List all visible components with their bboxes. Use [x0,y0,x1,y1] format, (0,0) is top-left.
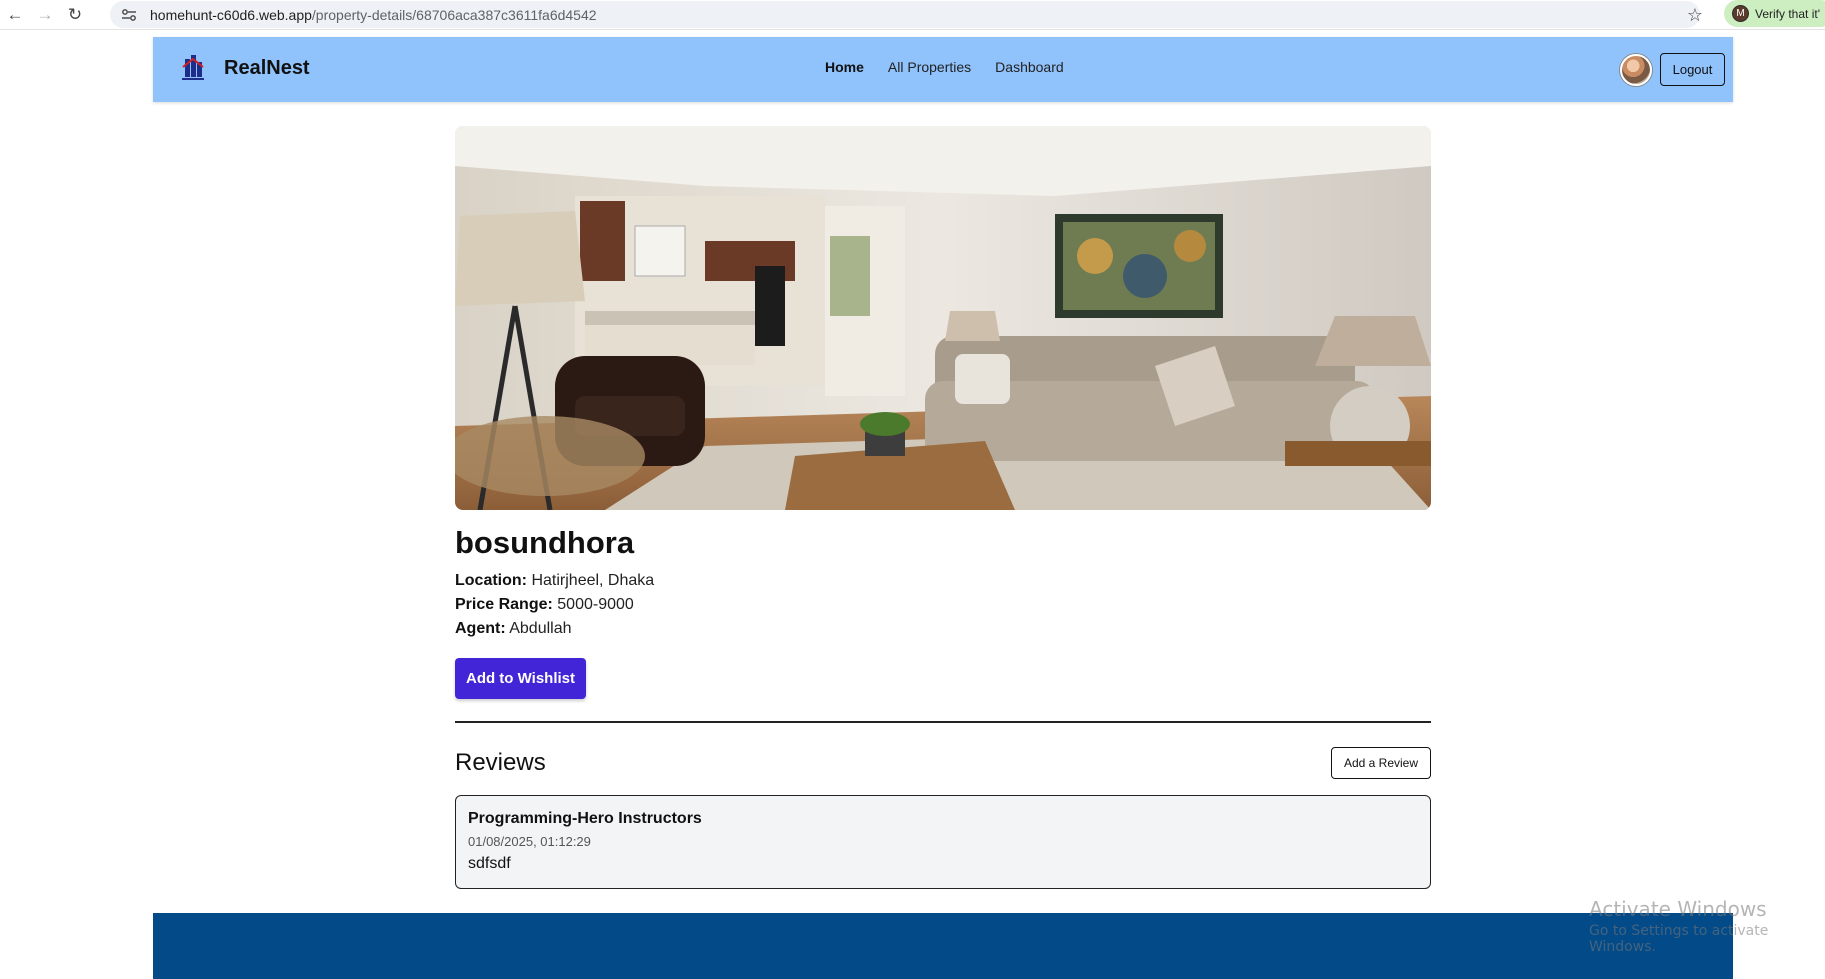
location-label: Location: [455,572,527,589]
windows-activation-watermark: Activate Windows Go to Settings to activ… [1589,897,1825,955]
profile-pill-label: Verify that it' [1755,6,1820,21]
agent-value: Abdullah [509,620,572,637]
logout-button[interactable]: Logout [1660,53,1725,86]
brand-name: RealNest [224,56,310,79]
url-host: homehunt-c60d6.web.app [150,6,312,23]
location-value: Hatirjheel, Dhaka [531,572,655,589]
profile-initial: M [1732,5,1749,22]
url-path: /property-details/68706aca387c3611fa6d45… [311,6,597,23]
site-footer [153,913,1733,979]
property-location: Location: Hatirjheel, Dhaka [455,572,654,590]
property-title: bosundhora [455,525,635,560]
section-divider [455,721,1431,723]
star-icon[interactable]: ☆ [1680,0,1710,30]
property-image [455,126,1431,510]
property-price: Price Range: 5000-9000 [455,596,634,614]
forward-arrow-icon[interactable]: → [30,0,60,30]
brand[interactable]: RealNest [179,53,310,83]
price-label: Price Range: [455,596,553,613]
site-navbar: RealNest Home All Properties Dashboard L… [153,37,1733,102]
browser-toolbar: ← → ↻ homehunt-c60d6.web.app/property-de… [0,0,1825,30]
profile-pill[interactable]: M Verify that it' [1724,0,1825,27]
site-info-icon[interactable] [118,4,140,26]
watermark-title: Activate Windows [1589,897,1767,921]
nav-links: Home All Properties Dashboard [825,59,1064,75]
add-review-button[interactable]: Add a Review [1331,747,1431,779]
review-text: sdfsdf [468,855,511,872]
review-card: Programming-Hero Instructors 01/08/2025,… [455,795,1431,889]
nav-link-home[interactable]: Home [825,59,864,75]
agent-label: Agent: [455,620,506,637]
review-author: Programming-Hero Instructors [468,810,702,827]
review-date: 01/08/2025, 01:12:29 [468,834,591,849]
add-to-wishlist-button[interactable]: Add to Wishlist [455,658,586,699]
url-text[interactable]: homehunt-c60d6.web.app/property-details/… [150,7,597,23]
user-avatar[interactable] [1620,54,1652,86]
property-agent: Agent: Abdullah [455,620,572,638]
reload-icon[interactable]: ↻ [60,0,90,30]
nav-link-dashboard[interactable]: Dashboard [995,59,1064,75]
price-value: 5000-9000 [557,596,634,613]
brand-logo-icon [179,53,207,83]
nav-link-all-properties[interactable]: All Properties [888,59,971,75]
watermark-subtitle: Go to Settings to activate Windows. [1589,923,1769,955]
address-bar[interactable]: homehunt-c60d6.web.app/property-details/… [110,1,1700,28]
back-arrow-icon[interactable]: ← [0,0,30,30]
reviews-heading: Reviews [455,749,546,776]
